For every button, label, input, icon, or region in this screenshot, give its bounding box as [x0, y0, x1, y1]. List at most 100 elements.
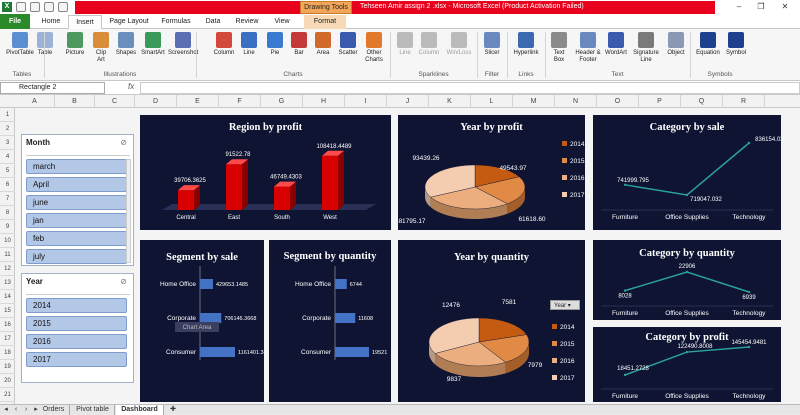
fx-icon[interactable]: fx — [128, 82, 134, 91]
column-header[interactable]: E — [177, 95, 219, 108]
column-header[interactable]: P — [639, 95, 681, 108]
chart-category-by-quantity[interactable]: Category by quantity 8028 Furniture 22906 O… — [593, 240, 781, 320]
tab-page-layout[interactable]: Page Layout — [104, 15, 154, 29]
row-header[interactable]: 20 — [0, 374, 15, 388]
chart-category-by-profit[interactable]: Category by profit 18451.2728 Furniture 12… — [593, 327, 781, 402]
column-header[interactable]: J — [387, 95, 429, 108]
chart-region-by-profit[interactable]: Region by profit 39706.3625 Central 91522.… — [140, 115, 391, 230]
row-header[interactable]: 12 — [0, 262, 15, 276]
slicer-item[interactable]: 2016 — [26, 334, 127, 349]
column-header[interactable]: G — [261, 95, 303, 108]
column-header[interactable]: H — [303, 95, 345, 108]
column-header[interactable]: F — [219, 95, 261, 108]
picture-button[interactable]: Picture — [64, 32, 86, 57]
row-header[interactable]: 14 — [0, 290, 15, 304]
slicer-item[interactable]: july — [26, 249, 127, 264]
chart-year-by-profit[interactable]: Year by profit 49543.97 61618.60 81795.17 9… — [398, 115, 585, 230]
row-header[interactable]: 9 — [0, 220, 15, 234]
slicer-item[interactable]: june — [26, 195, 127, 210]
column-header[interactable]: C — [95, 95, 135, 108]
row-header[interactable]: 19 — [0, 360, 15, 374]
win-loss-button[interactable]: Win/Loss — [444, 32, 474, 57]
column-header[interactable]: O — [597, 95, 639, 108]
column-header[interactable]: B — [55, 95, 95, 108]
row-header[interactable]: 7 — [0, 192, 15, 206]
bar-button[interactable]: Bar — [290, 32, 308, 57]
screenshot-button[interactable]: Screenshot — [168, 32, 198, 57]
scatter-button[interactable]: Scatter — [337, 32, 359, 57]
tab-view[interactable]: View — [268, 15, 296, 29]
slicer-button[interactable]: Slicer — [482, 32, 502, 57]
object-button[interactable]: Object — [666, 32, 686, 57]
chart-segment-by-quantity[interactable]: Segment by quantity Home Office 6744 Corpo… — [269, 240, 391, 402]
column-header[interactable]: N — [555, 95, 597, 108]
column-header[interactable]: M — [513, 95, 555, 108]
row-header[interactable]: 3 — [0, 136, 15, 150]
customize-toolbar-icon[interactable] — [58, 2, 68, 12]
row-header[interactable]: 21 — [0, 388, 15, 402]
formula-input[interactable] — [140, 82, 800, 94]
row-header[interactable]: 10 — [0, 234, 15, 248]
smartart-button[interactable]: SmartArt — [140, 32, 166, 57]
name-box[interactable]: Rectangle 2 — [0, 82, 105, 94]
header-footer-button[interactable]: Header & Footer — [574, 32, 602, 64]
save-icon[interactable] — [16, 2, 26, 12]
line-button[interactable]: Line — [396, 32, 414, 57]
slicer-item[interactable]: feb — [26, 231, 127, 246]
row-header[interactable]: 15 — [0, 304, 15, 318]
year-slicer[interactable]: Year ⊘ 2014 2015 2016 2017 — [21, 273, 134, 383]
wordart-button[interactable]: WordArt — [604, 32, 628, 57]
row-header[interactable]: 5 — [0, 164, 15, 178]
column-header[interactable]: K — [429, 95, 471, 108]
row-header[interactable]: 4 — [0, 150, 15, 164]
redo-icon[interactable] — [44, 2, 54, 12]
chart-year-by-quantity[interactable]: Year by quantity 7581 7979 9837 12476 2014 20… — [398, 240, 585, 402]
tab-file[interactable]: File — [0, 14, 30, 29]
chart-segment-by-sale[interactable]: Segment by sale Home Office 429653.1485 Co… — [140, 240, 264, 402]
row-header[interactable]: 2 — [0, 122, 15, 136]
tab-data[interactable]: Data — [199, 15, 227, 29]
column-header[interactable]: D — [135, 95, 177, 108]
column-header[interactable]: L — [471, 95, 513, 108]
close-icon[interactable]: ✕ — [778, 2, 792, 12]
line-button[interactable]: Line — [240, 32, 258, 57]
minimize-icon[interactable]: – — [732, 2, 746, 12]
tab-insert[interactable]: Insert — [68, 15, 102, 29]
slicer-item[interactable]: march — [26, 159, 127, 174]
column-button[interactable]: Column — [418, 32, 440, 57]
clip-art-button[interactable]: Clip Art — [92, 32, 110, 64]
shapes-button[interactable]: Shapes — [115, 32, 137, 57]
area-button[interactable]: Area — [314, 32, 332, 57]
column-header[interactable]: R — [723, 95, 765, 108]
slicer-scrollbar[interactable] — [126, 159, 131, 263]
symbol-button[interactable]: Symbol — [724, 32, 748, 57]
undo-icon[interactable] — [30, 2, 40, 12]
signature-line-button[interactable]: Signature Line — [632, 32, 660, 64]
table-button[interactable]: Table — [36, 32, 54, 57]
pie-button[interactable]: Pie — [266, 32, 284, 57]
row-header[interactable]: 6 — [0, 178, 15, 192]
equation-button[interactable]: Equation — [696, 32, 720, 57]
tab-format[interactable]: Format — [304, 15, 346, 29]
clear-filter-icon[interactable]: ⊘ — [120, 138, 127, 147]
row-header[interactable]: 16 — [0, 318, 15, 332]
year-filter-button[interactable]: Year ▾ — [550, 300, 580, 310]
other-charts-button[interactable]: Other Charts — [361, 32, 387, 64]
pivottable-button[interactable]: PivotTable — [4, 32, 36, 57]
tab-review[interactable]: Review — [230, 15, 264, 29]
slicer-item[interactable]: jan — [26, 213, 127, 228]
clear-filter-icon[interactable]: ⊘ — [120, 277, 127, 286]
column-button[interactable]: Column — [210, 32, 238, 57]
restore-icon[interactable]: ❐ — [754, 2, 768, 12]
column-header[interactable]: Q — [681, 95, 723, 108]
slicer-item[interactable]: April — [26, 177, 127, 192]
row-header[interactable]: 13 — [0, 276, 15, 290]
tab-home[interactable]: Home — [36, 15, 66, 29]
slicer-item[interactable]: 2014 — [26, 298, 127, 313]
hyperlink-button[interactable]: Hyperlink — [510, 32, 542, 57]
text-box-button[interactable]: Text Box — [550, 32, 568, 64]
month-slicer[interactable]: Month ⊘ march April june jan feb july — [21, 134, 134, 266]
column-header[interactable]: A — [15, 95, 55, 108]
column-header[interactable]: I — [345, 95, 387, 108]
row-header[interactable]: 11 — [0, 248, 15, 262]
